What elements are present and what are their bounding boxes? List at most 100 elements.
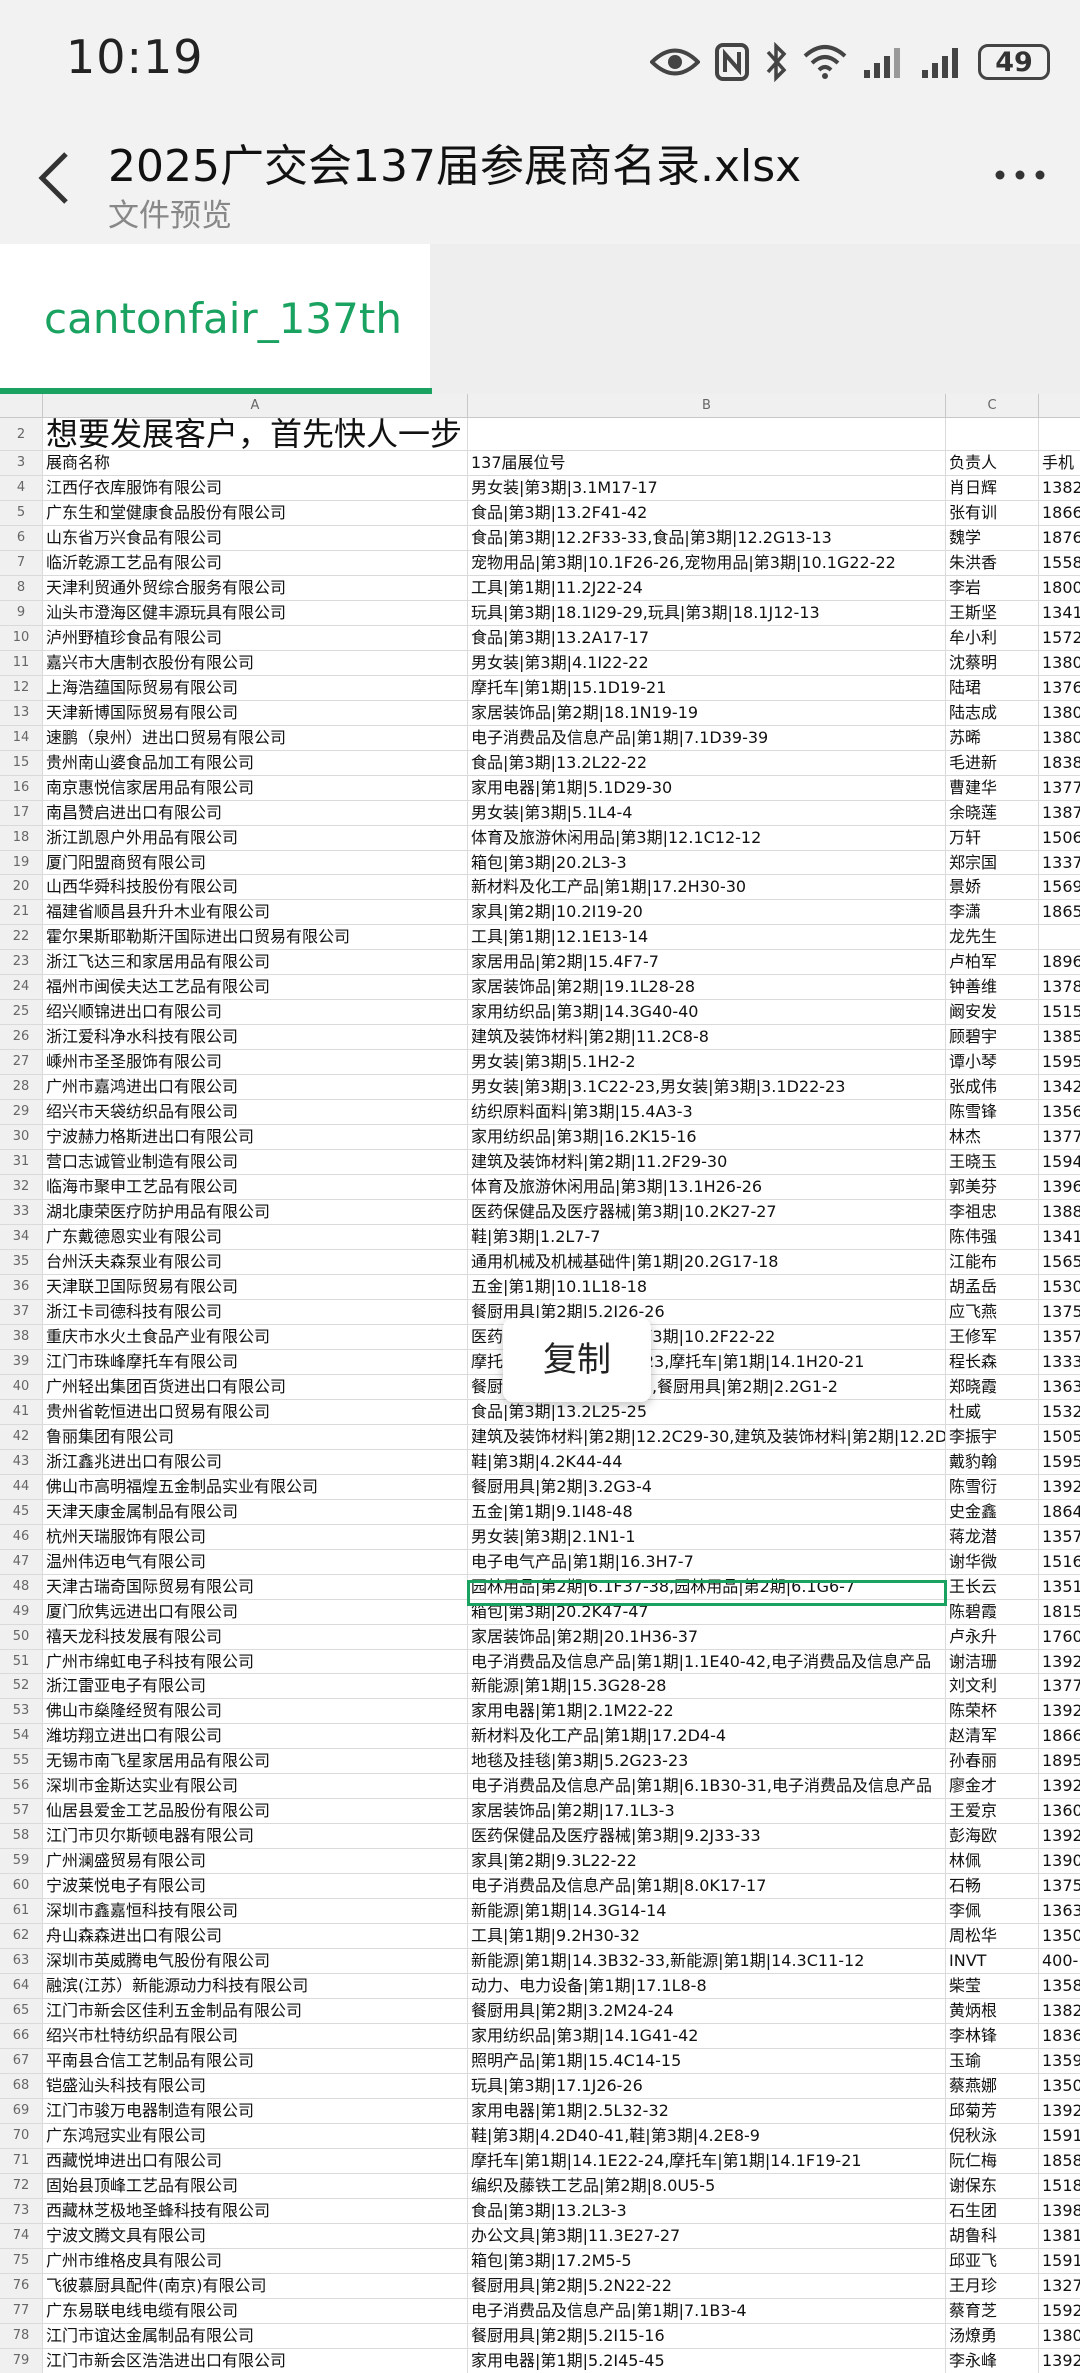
cell-company[interactable]: 天津利贸通外贸综合服务有限公司 [43,575,468,600]
cell-company[interactable]: 江西仔衣库服饰有限公司 [43,475,468,500]
cell-phone[interactable]: 1392 [1039,1475,1080,1499]
cell-contact[interactable]: 谢洁珊 [946,1649,1039,1674]
cell-phone[interactable]: 1351 [1039,1575,1080,1599]
cell-company[interactable]: 绍兴市杜特纺织品有限公司 [43,2024,468,2048]
cell-booth[interactable]: 新能源|第1期|14.3B32-33,新能源|第1期|14.3C11-12 [468,1949,946,1974]
cell-phone[interactable]: 1341 [1039,601,1080,625]
cell-contact[interactable]: 龙先生 [946,925,1039,950]
cell-booth[interactable]: 玩具|第3期|18.1I29-29,玩具|第3期|18.1J12-13 [468,600,946,625]
cell-contact[interactable]: 曹建华 [946,775,1039,800]
column-header-d[interactable] [1039,394,1080,417]
cell-booth[interactable]: 男女装|第3期|4.1I22-22 [468,650,946,675]
cell-phone[interactable]: 1392 [1039,1774,1080,1798]
cell-company[interactable]: 潍坊翔立进出口有限公司 [43,1724,468,1749]
cell-booth[interactable]: 工具|第1期|9.2H30-32 [468,1924,946,1949]
cell-contact[interactable]: 陆珺 [946,675,1039,700]
cell-company[interactable]: 汕头市澄海区健丰源玩具有限公司 [43,600,468,625]
cell-company[interactable]: 浙江飞达三和家居用品有限公司 [43,950,468,975]
cell-company[interactable]: 广州市维格皮具有限公司 [43,2248,468,2273]
cell-contact[interactable]: 魏学 [946,525,1039,550]
cell-company[interactable]: 展商名称 [43,451,468,475]
cell-company[interactable]: 浙江鑫兆进出口有限公司 [43,1449,468,1474]
cell-company[interactable]: 山西华舜科技股份有限公司 [43,875,468,900]
cell-booth[interactable]: 箱包|第3期|20.2K47-47 [468,1599,946,1624]
column-header-c[interactable]: C [946,394,1039,417]
cell-contact[interactable]: 汤燎勇 [946,2323,1039,2348]
cell-phone[interactable]: 1392 [1039,1699,1080,1723]
cell-booth[interactable]: 电子消费品及信息产品|第1期|6.1B30-31,电子消费品及信息产品 [468,1774,946,1799]
cell-contact[interactable]: 余晓莲 [946,800,1039,825]
cell-company[interactable]: 深圳市英威腾电气股份有限公司 [43,1949,468,1974]
cell-booth[interactable]: 体育及旅游休闲用品|第3期|12.1C12-12 [468,825,946,850]
cell-company[interactable]: 温州伟迈电气有限公司 [43,1549,468,1574]
cell-booth[interactable]: 通用机械及机械基础件|第1期|20.2G17-18 [468,1250,946,1274]
cell-company[interactable]: 浙江凯恩户外用品有限公司 [43,825,468,850]
cell-contact[interactable]: 毛进新 [946,750,1039,775]
cell-phone[interactable]: 1376 [1039,676,1080,700]
cell-contact[interactable]: 陈碧霞 [946,1599,1039,1624]
cell-contact[interactable]: 应飞燕 [946,1299,1039,1324]
cell-contact[interactable]: 史金鑫 [946,1499,1039,1524]
cell-phone[interactable]: 1382 [1039,476,1080,500]
cell-booth[interactable]: 鞋|第3期|1.2L7-7 [468,1225,946,1249]
cell-booth[interactable]: 家居装饰品|第2期|18.1N19-19 [468,700,946,725]
cell-company[interactable]: 绍兴顺锦进出口有限公司 [43,1000,468,1025]
cell-company[interactable]: 固始县顶峰工艺品有限公司 [43,2173,468,2198]
cell-company[interactable]: 天津联卫国际贸易有限公司 [43,1274,468,1299]
cell-contact[interactable]: 顾碧宇 [946,1025,1039,1050]
cell-phone[interactable]: 1363 [1039,1899,1080,1923]
cell-contact[interactable]: 林杰 [946,1125,1039,1150]
cell-booth[interactable]: 摩托车|第1期|15.1D19-21 [468,675,946,700]
cell-booth[interactable]: 地毯及挂毯|第3期|5.2G23-23 [468,1749,946,1774]
cell-company[interactable]: 江门市贝尔斯顿电器有限公司 [43,1824,468,1849]
cell-phone[interactable]: 1377 [1039,1125,1080,1149]
cell-company[interactable]: 厦门欣隽远进出口有限公司 [43,1599,468,1624]
cell-contact[interactable]: 谢华微 [946,1549,1039,1574]
cell-contact[interactable]: 张成伟 [946,1075,1039,1100]
cell-booth[interactable]: 新能源|第1期|14.3G14-14 [468,1899,946,1924]
cell-contact[interactable]: 陈荣杯 [946,1699,1039,1724]
cell-booth[interactable]: 五金|第1期|9.1I48-48 [468,1499,946,1524]
cell-phone[interactable]: 1866 [1039,501,1080,525]
cell-phone[interactable]: 1895 [1039,1749,1080,1773]
cell-booth[interactable]: 食品|第3期|13.2L3-3 [468,2198,946,2223]
cell-contact[interactable]: 蒋龙潜 [946,1524,1039,1549]
cell-company[interactable]: 江门市珠峰摩托车有限公司 [43,1349,468,1374]
cell-company[interactable]: 速鹏（泉州）进出口贸易有限公司 [43,725,468,750]
cell-booth[interactable]: 餐厨用具|第2期|3.2M24-24 [468,1999,946,2024]
cell-company[interactable]: 山东省万兴食品有限公司 [43,525,468,550]
cell-contact[interactable]: 负责人 [946,451,1039,475]
cell-phone[interactable]: 1342 [1039,1075,1080,1099]
cell-contact[interactable]: 郑宗国 [946,850,1039,875]
cell-phone[interactable]: 1380 [1039,701,1080,725]
cell-contact[interactable]: 邱菊芳 [946,2098,1039,2123]
cell-booth[interactable]: 家具|第2期|10.2I19-20 [468,900,946,925]
cell-booth[interactable]: 男女装|第3期|3.1M17-17 [468,475,946,500]
cell-booth[interactable]: 餐厨用具|第2期|5.2N22-22 [468,2273,946,2298]
cell-phone[interactable]: 1377 [1039,776,1080,800]
cell-company[interactable]: 嘉兴市大唐制衣股份有限公司 [43,650,468,675]
cell-phone[interactable]: 1357 [1039,1525,1080,1549]
cell-company[interactable]: 仙居县爱金工艺品股份有限公司 [43,1799,468,1824]
more-options-icon[interactable] [990,160,1050,190]
cell-booth[interactable]: 新能源|第1期|15.3G28-28 [468,1674,946,1699]
cell-contact[interactable]: 石畅 [946,1874,1039,1899]
cell-phone[interactable]: 1505 [1039,1425,1080,1449]
cell-contact[interactable]: 陆志成 [946,700,1039,725]
cell-company[interactable]: 想要发展客户，首先快人一步 [43,418,468,451]
cell-company[interactable]: 铠盛汕头科技有限公司 [43,2073,468,2098]
cell-company[interactable]: 广东戴德恩实业有限公司 [43,1225,468,1249]
cell-booth[interactable]: 餐厨用具|第2期|5.2I15-16 [468,2323,946,2348]
cell-phone[interactable]: 1380 [1039,2324,1080,2348]
cell-contact[interactable]: 胡鲁科 [946,2223,1039,2248]
cell-contact[interactable]: 陈伟强 [946,1225,1039,1249]
cell-phone[interactable]: 1380 [1039,726,1080,750]
cell-phone[interactable]: 1363 [1039,1375,1080,1399]
cell-booth[interactable]: 园林用品|第2期|6.1F37-38,园林用品|第2期|6.1G6-7 [468,1574,946,1599]
cell-phone[interactable]: 1380 [1039,651,1080,675]
cell-booth[interactable]: 工具|第1期|11.2J22-24 [468,575,946,600]
cell-phone[interactable]: 400- [1039,1949,1080,1973]
cell-phone[interactable] [1039,925,1080,949]
cell-company[interactable]: 临海市聚申工艺品有限公司 [43,1175,468,1200]
cell-booth[interactable]: 家用电器|第1期|5.2I45-45 [468,2348,946,2373]
